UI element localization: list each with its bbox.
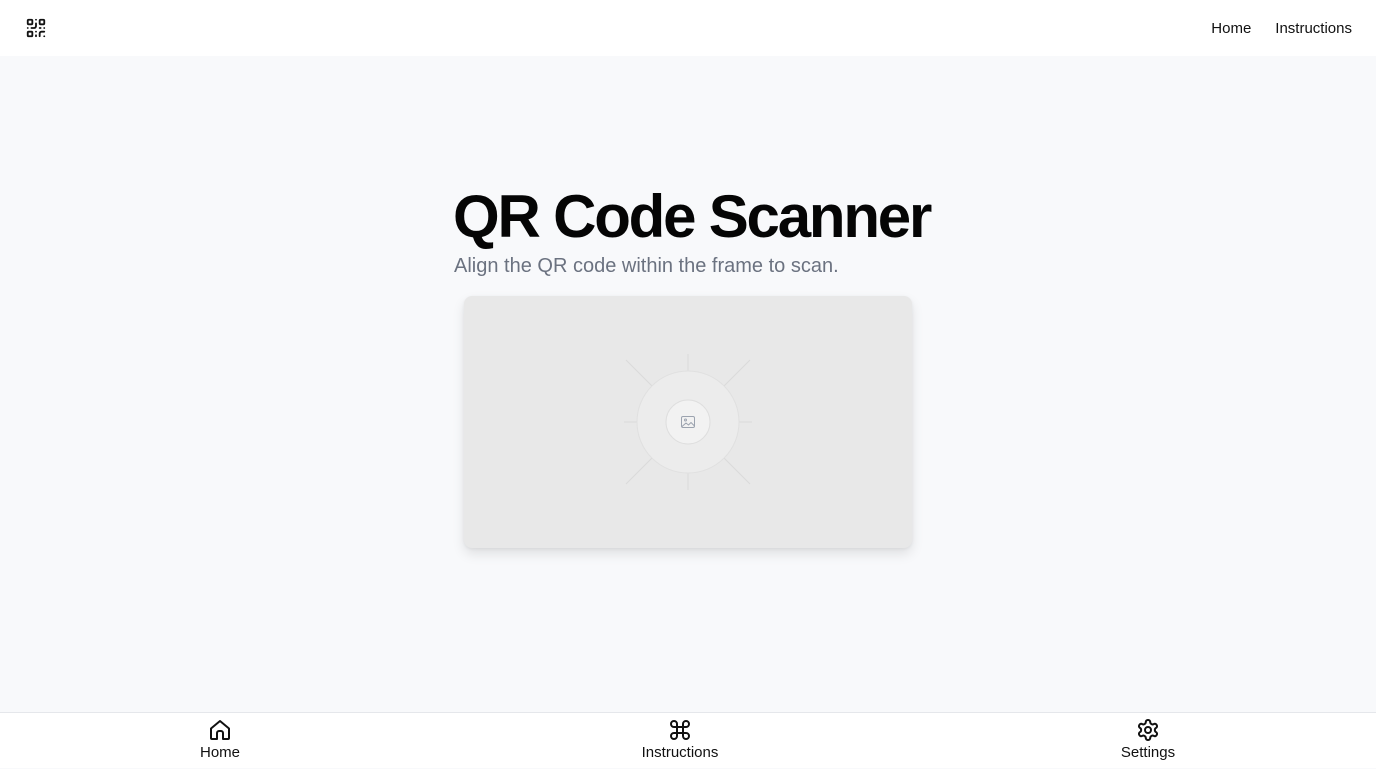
bottom-navbar: Home Instructions Settings — [0, 712, 1376, 768]
gear-icon — [1138, 719, 1158, 741]
main-content: QR Code Scanner Align the QR code within… — [0, 56, 1376, 712]
qr-code-icon[interactable] — [25, 17, 47, 39]
bottom-nav-home[interactable]: Home — [196, 713, 244, 769]
bottom-nav-instructions-label: Instructions — [641, 744, 719, 761]
bottom-nav-instructions[interactable]: Instructions — [630, 713, 730, 769]
command-icon — [670, 720, 690, 740]
scanner-frame[interactable] — [464, 296, 912, 548]
camera-placeholder — [624, 354, 752, 490]
nav-link-home[interactable]: Home — [1211, 20, 1251, 37]
top-nav-links: Home Instructions — [1211, 0, 1352, 56]
page-title: QR Code Scanner — [453, 183, 932, 250]
home-icon — [210, 720, 230, 740]
bottom-nav-home-label: Home — [199, 744, 240, 761]
bottom-nav-settings-label: Settings — [1120, 744, 1176, 761]
nav-link-instructions[interactable]: Instructions — [1275, 20, 1352, 37]
bottom-nav-settings[interactable]: Settings — [1112, 713, 1184, 769]
top-navbar: Home Instructions — [0, 0, 1376, 56]
page-subtitle: Align the QR code within the frame to sc… — [454, 255, 839, 277]
